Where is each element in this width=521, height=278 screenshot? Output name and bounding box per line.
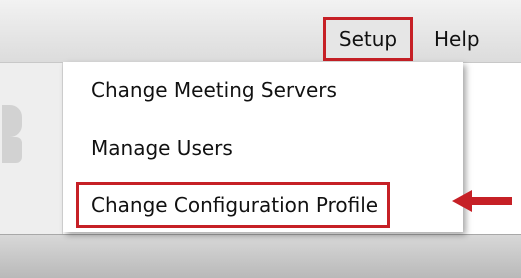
menu-bar: Setup Help	[0, 0, 521, 63]
status-bar	[0, 234, 521, 278]
menu-item-change-meeting-servers[interactable]: Change Meeting Servers	[91, 78, 337, 102]
contact-icon[interactable]	[2, 103, 24, 163]
help-menu[interactable]: Help	[434, 20, 480, 58]
arrow-left-icon	[452, 190, 512, 212]
menu-item-manage-users[interactable]: Manage Users	[91, 136, 233, 160]
toolbar-panel: all	[0, 63, 63, 258]
setup-menu[interactable]: Setup	[323, 17, 413, 61]
menu-item-change-configuration-profile[interactable]: Change Configuration Profile	[76, 182, 391, 228]
setup-dropdown-menu: Change Meeting Servers Manage Users Chan…	[63, 62, 463, 232]
